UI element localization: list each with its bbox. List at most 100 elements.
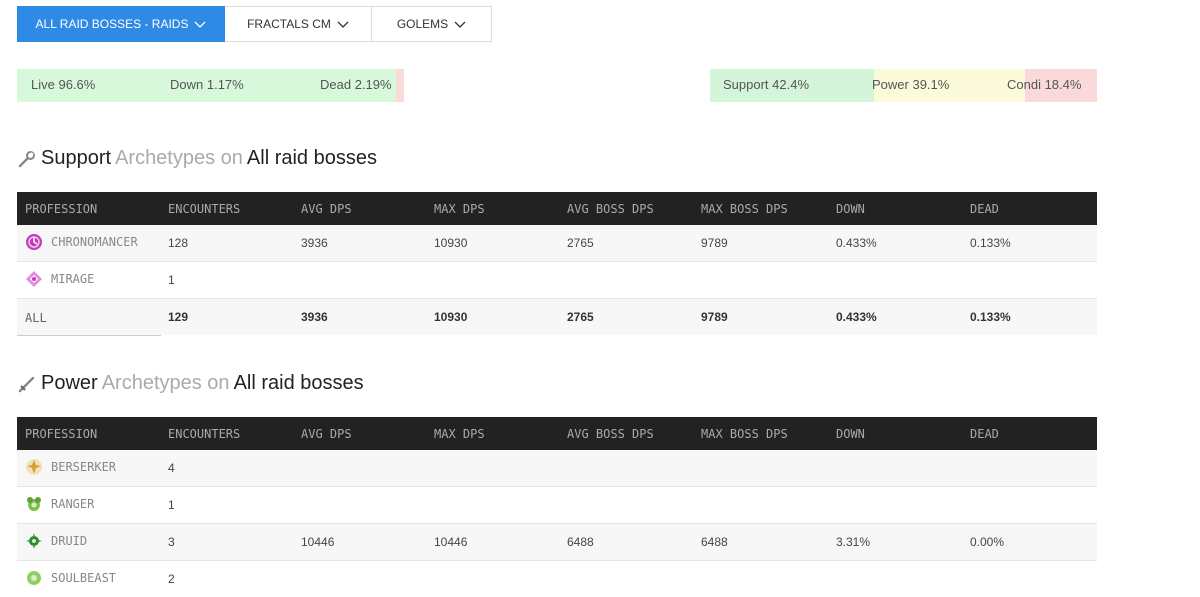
col-max-boss-dps[interactable]: MAX BOSS DPS: [701, 427, 788, 441]
col-dead[interactable]: DEAD: [970, 202, 999, 216]
max-dps-total: 10930: [434, 310, 468, 324]
soulbeast-icon: [25, 569, 43, 587]
down-total: 0.433%: [836, 310, 877, 324]
avg-dps-value: 3936: [301, 236, 328, 250]
encounters-value: 128: [168, 236, 189, 250]
table-header: PROFESSION ENCOUNTERS AVG DPS MAX DPS AV…: [17, 417, 1097, 450]
profession-name: DRUID: [51, 534, 88, 548]
col-avg-boss-dps[interactable]: AVG BOSS DPS: [567, 427, 654, 441]
profession-cell: RANGER: [25, 495, 94, 513]
encounters-total: 129: [168, 310, 189, 324]
ranger-icon: [25, 495, 43, 513]
encounters-value: 4: [168, 461, 175, 475]
power-label: Power 39.1%: [872, 77, 950, 92]
tab-label: ALL RAID BOSSES - RAIDS: [35, 17, 189, 31]
avg-dps-value: 10446: [301, 535, 335, 549]
section-title: Support: [41, 147, 112, 169]
profession-name: BERSERKER: [51, 460, 117, 474]
max-dps-value: 10446: [434, 535, 468, 549]
avg-dps-total: 3936: [301, 310, 328, 324]
dead-label: Dead 2.19%: [320, 77, 392, 92]
mirage-icon: [25, 270, 43, 288]
profession-name: SOULBEAST: [51, 571, 117, 585]
tab-golems[interactable]: GOLEMS: [372, 6, 492, 42]
berserker-icon: [25, 458, 43, 476]
table-row[interactable]: BERSERKER 4: [17, 450, 1097, 487]
section-subtitle: Archetypes on: [101, 372, 230, 394]
section-title: Power: [41, 372, 98, 394]
col-profession[interactable]: PROFESSION: [25, 427, 97, 441]
col-profession[interactable]: PROFESSION: [25, 202, 97, 216]
col-avg-dps[interactable]: AVG DPS: [301, 427, 352, 441]
encounters-value: 2: [168, 572, 175, 586]
section-target: All raid bosses: [233, 372, 364, 394]
table-row[interactable]: DRUID 3 10446 10446 6488 6488 3.31% 0.00…: [17, 524, 1097, 561]
encounters-value: 1: [168, 498, 175, 512]
col-max-boss-dps[interactable]: MAX BOSS DPS: [701, 202, 788, 216]
col-encounters[interactable]: ENCOUNTERS: [168, 427, 240, 441]
max-boss-dps-total: 9789: [701, 310, 728, 324]
tab-label: FRACTALS CM: [247, 17, 331, 31]
archetype-distribution-bar: Support 42.4% Power 39.1% Condi 18.4%: [710, 69, 1097, 102]
col-dead[interactable]: DEAD: [970, 427, 999, 441]
col-down[interactable]: DOWN: [836, 427, 865, 441]
support-section-heading: Support Archetypes on All raid bosses: [17, 147, 377, 170]
max-boss-dps-value: 9789: [701, 236, 728, 250]
encounters-value: 3: [168, 535, 175, 549]
col-avg-dps[interactable]: AVG DPS: [301, 202, 352, 216]
profession-name: RANGER: [51, 497, 95, 511]
section-subtitle: Archetypes on: [115, 147, 243, 169]
col-max-dps[interactable]: MAX DPS: [434, 202, 485, 216]
status-distribution-bar: Live 96.6% Down 1.17% Dead 2.19%: [17, 69, 404, 102]
dead-segment: [396, 69, 404, 102]
col-encounters[interactable]: ENCOUNTERS: [168, 202, 240, 216]
profession-name: CHRONOMANCER: [51, 235, 138, 249]
power-segment: Power 39.1%: [872, 69, 1025, 102]
tab-fractals-cm[interactable]: FRACTALS CM: [225, 6, 372, 42]
profession-cell: DRUID: [25, 532, 87, 550]
avg-boss-dps-total: 2765: [567, 310, 594, 324]
table-row[interactable]: MIRAGE 1: [17, 262, 1097, 299]
totals-label: ALL: [25, 311, 47, 325]
avg-boss-dps-value: 2765: [567, 236, 594, 250]
chronomancer-icon: [25, 233, 43, 251]
table-row[interactable]: CHRONOMANCER 128 3936 10930 2765 9789 0.…: [17, 225, 1097, 262]
col-down[interactable]: DOWN: [836, 202, 865, 216]
wrench-icon: [17, 149, 37, 169]
boss-filter-tabs: ALL RAID BOSSES - RAIDS FRACTALS CM GOLE…: [17, 6, 492, 42]
profession-cell: SOULBEAST: [25, 569, 116, 587]
chevron-down-icon: [454, 18, 466, 30]
power-section-heading: Power Archetypes on All raid bosses: [17, 372, 364, 395]
avg-boss-dps-value: 6488: [567, 535, 594, 549]
max-boss-dps-value: 6488: [701, 535, 728, 549]
dead-value: 0.00%: [970, 535, 1005, 549]
support-label: Support 42.4%: [723, 77, 810, 92]
sword-icon: [17, 374, 37, 394]
down-label: Down 1.17%: [170, 77, 244, 92]
col-avg-boss-dps[interactable]: AVG BOSS DPS: [567, 202, 654, 216]
totals-row: ALL 129 3936 10930 2765 9789 0.433% 0.13…: [17, 299, 1097, 336]
profession-name: MIRAGE: [51, 272, 95, 286]
dead-value: 0.133%: [970, 236, 1011, 250]
encounters-value: 1: [168, 273, 175, 287]
power-table: PROFESSION ENCOUNTERS AVG DPS MAX DPS AV…: [17, 417, 1097, 597]
dead-total: 0.133%: [970, 310, 1011, 324]
tab-all-raid-bosses[interactable]: ALL RAID BOSSES - RAIDS: [17, 6, 225, 42]
col-max-dps[interactable]: MAX DPS: [434, 427, 485, 441]
max-dps-value: 10930: [434, 236, 468, 250]
table-row[interactable]: RANGER 1: [17, 487, 1097, 524]
down-value: 3.31%: [836, 535, 871, 549]
profession-cell: CHRONOMANCER: [25, 233, 138, 251]
support-table: PROFESSION ENCOUNTERS AVG DPS MAX DPS AV…: [17, 192, 1097, 336]
table-header: PROFESSION ENCOUNTERS AVG DPS MAX DPS AV…: [17, 192, 1097, 225]
profession-cell: MIRAGE: [25, 270, 94, 288]
condi-label: Condi 18.4%: [1007, 77, 1082, 92]
live-label: Live 96.6%: [31, 77, 96, 92]
tab-label: GOLEMS: [396, 17, 449, 31]
table-row[interactable]: SOULBEAST 2: [17, 561, 1097, 597]
divider: [17, 335, 161, 336]
condi-segment: Condi 18.4%: [1007, 69, 1097, 102]
support-segment: Support 42.4%: [710, 69, 874, 102]
chevron-down-icon: [194, 18, 206, 30]
chevron-down-icon: [337, 18, 349, 30]
